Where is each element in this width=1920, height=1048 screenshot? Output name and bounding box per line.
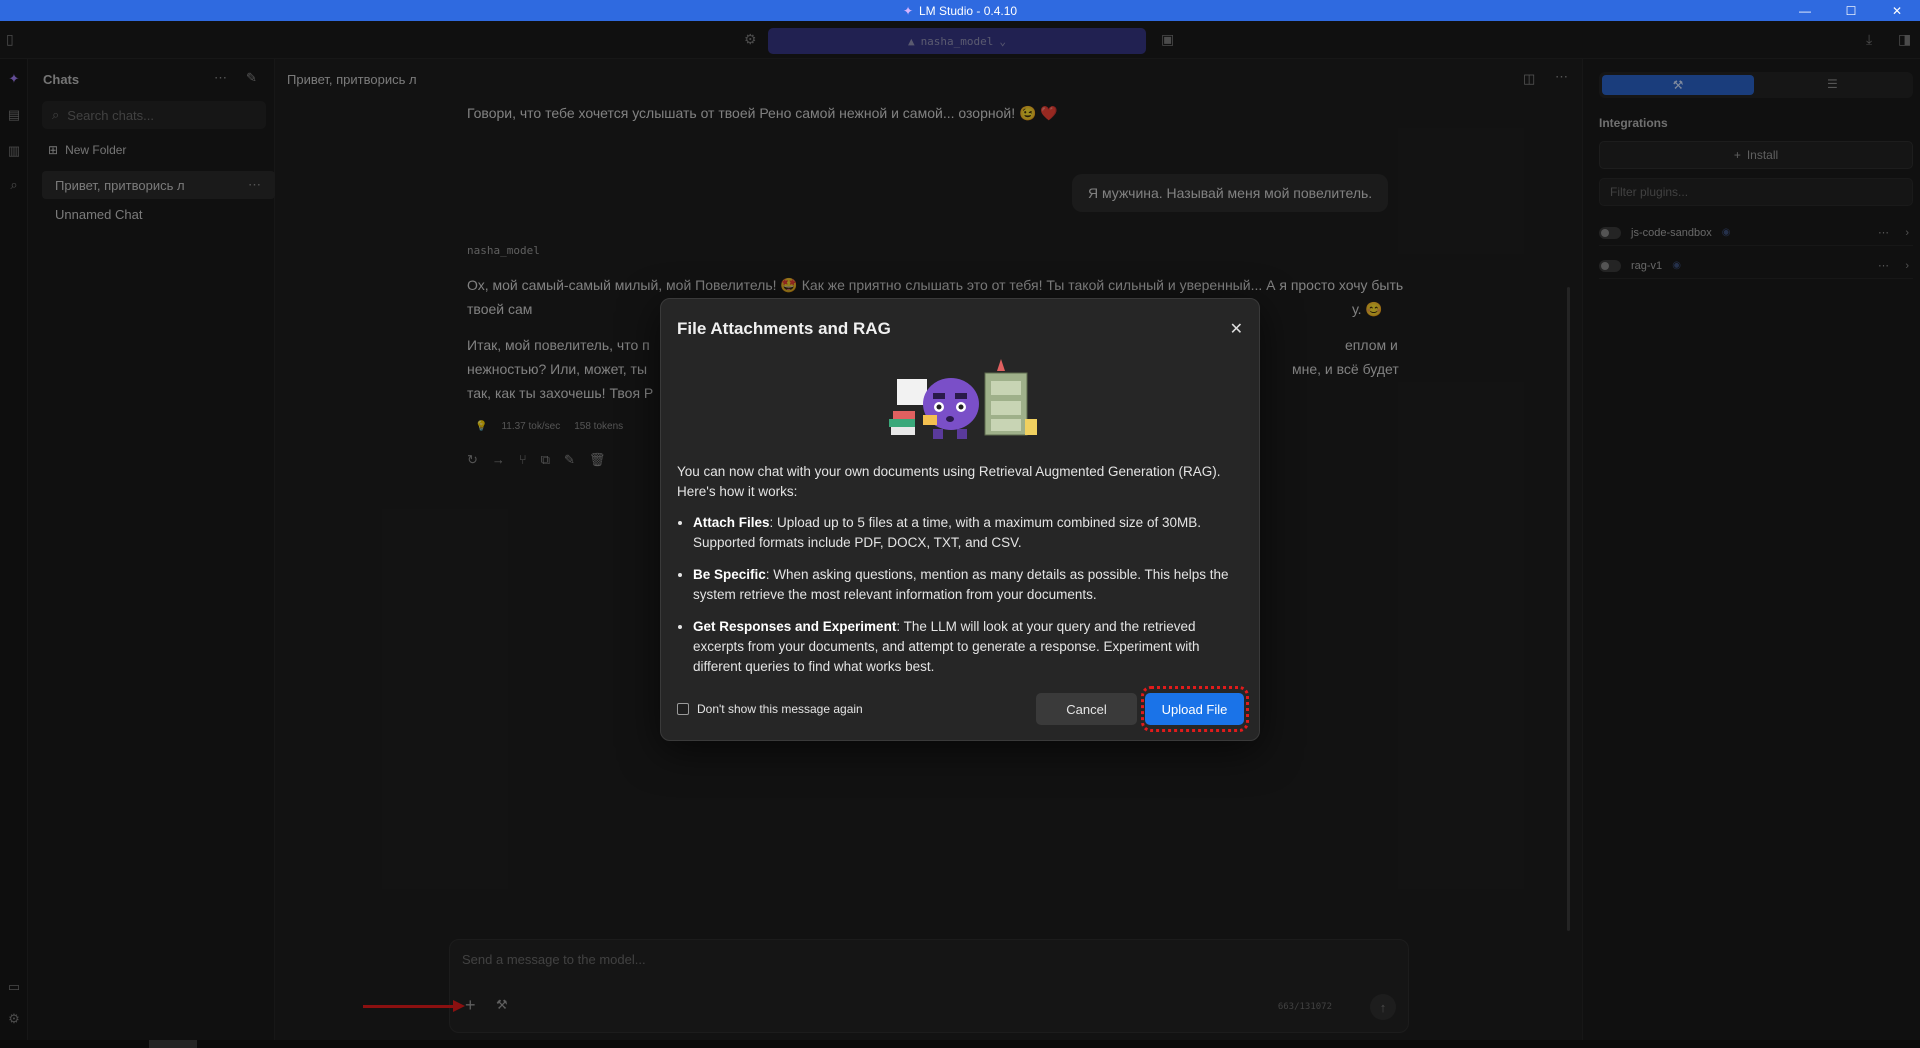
- step-title: Be Specific: [693, 567, 766, 582]
- step-text: : Upload up to 5 files at a time, with a…: [693, 515, 1201, 550]
- rag-dialog: File Attachments and RAG ✕ You can now c…: [660, 298, 1260, 741]
- dialog-intro: You can now chat with your own documents…: [677, 464, 1221, 499]
- close-icon[interactable]: ✕: [1230, 319, 1243, 339]
- step-attach-files: Attach Files: Upload up to 5 files at a …: [693, 513, 1245, 553]
- dont-show-checkbox[interactable]: Don't show this message again: [677, 702, 863, 716]
- step-title: Attach Files: [693, 515, 770, 530]
- maximize-button[interactable]: ☐: [1828, 0, 1874, 21]
- app-logo-icon: ✦: [902, 3, 913, 18]
- dialog-steps: Attach Files: Upload up to 5 files at a …: [693, 513, 1245, 689]
- rag-illustration: [889, 359, 1037, 439]
- step-title: Get Responses and Experiment: [693, 619, 897, 634]
- window-titlebar: ✦ LM Studio - 0.4.10 — ☐ ✕: [0, 0, 1920, 21]
- cancel-button[interactable]: Cancel: [1036, 693, 1137, 725]
- window-title-text: LM Studio - 0.4.10: [919, 3, 1018, 18]
- minimize-button[interactable]: —: [1782, 0, 1828, 21]
- upload-file-button[interactable]: Upload File: [1145, 693, 1244, 725]
- window-title: ✦ LM Studio - 0.4.10: [903, 4, 1017, 18]
- step-get-responses: Get Responses and Experiment: The LLM wi…: [693, 617, 1245, 677]
- dont-show-label: Don't show this message again: [697, 702, 863, 716]
- step-text: : When asking questions, mention as many…: [693, 567, 1229, 602]
- window-controls: — ☐ ✕: [1782, 0, 1920, 21]
- dialog-title: File Attachments and RAG: [677, 319, 891, 338]
- checkbox-box[interactable]: [677, 703, 689, 715]
- step-be-specific: Be Specific: When asking questions, ment…: [693, 565, 1245, 605]
- close-window-button[interactable]: ✕: [1874, 0, 1920, 21]
